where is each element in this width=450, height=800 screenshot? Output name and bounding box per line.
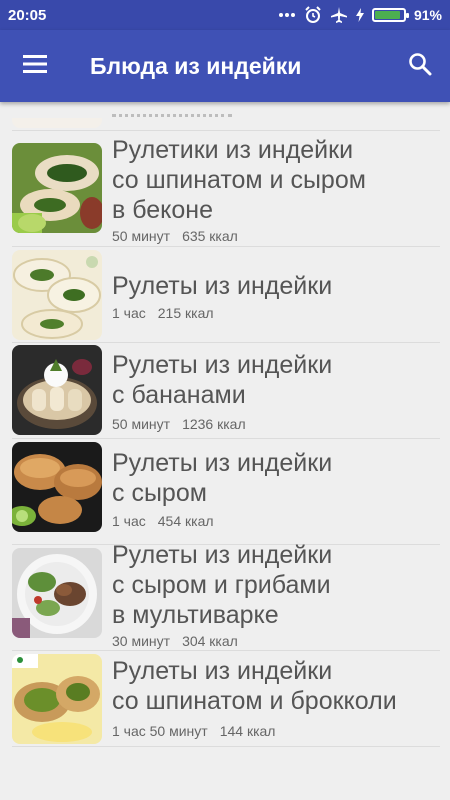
more-dots-icon	[278, 12, 296, 18]
recipe-thumbnail	[12, 345, 102, 435]
status-icons: 91%	[278, 6, 442, 24]
search-icon	[408, 52, 432, 81]
status-time: 20:05	[8, 6, 47, 24]
recipe-title: Рулеты из индейки	[112, 272, 333, 300]
recipe-kcal: 454 ккал	[157, 513, 214, 529]
recipe-thumbnail	[12, 118, 102, 128]
recipe-meta: 1 час 50 минут 144 ккал	[112, 723, 275, 739]
recipe-meta: 1 час 215 ккал	[112, 305, 214, 321]
recipe-meta: 50 минут 1236 ккал	[112, 416, 246, 432]
charging-icon	[355, 8, 364, 22]
battery-percent: 91%	[413, 7, 442, 23]
recipe-item[interactable]: Рулеты из индейки со шпинатом и брокколи…	[12, 651, 440, 747]
recipe-item[interactable]: Рулеты из индейки с сыром 1 час 454 ккал	[12, 439, 440, 545]
recipe-meta: 50 минут 635 ккал	[112, 228, 238, 244]
recipe-time: 1 час 50 минут	[112, 723, 208, 739]
hamburger-menu-icon	[23, 54, 47, 78]
page-title: Блюда из индейки	[90, 52, 302, 79]
recipe-kcal: 635 ккал	[182, 228, 238, 244]
recipe-time: 30 минут	[112, 633, 171, 649]
recipe-time: 1 час	[112, 513, 146, 529]
recipe-time: 1 час	[112, 305, 146, 321]
recipe-thumbnail	[12, 442, 102, 532]
recipe-item[interactable]: Рулеты из индейки 1 час 215 ккал	[12, 247, 440, 343]
recipe-kcal: 215 ккал	[157, 305, 214, 321]
recipe-meta-partial	[112, 114, 232, 122]
recipe-item[interactable]: Рулетики из индейки со шпинатом и сыром …	[12, 131, 440, 247]
recipe-thumbnail	[12, 654, 102, 744]
recipe-title: Рулеты из индейки с сыром и грибами в му…	[112, 541, 333, 629]
recipe-title: Рулеты из индейки со шпинатом и брокколи	[112, 657, 397, 715]
recipe-title: Рулетики из индейки со шпинатом и сыром …	[112, 136, 366, 224]
recipe-kcal: 144 ккал	[219, 723, 276, 739]
search-button[interactable]	[390, 30, 450, 102]
airplane-icon	[330, 6, 348, 24]
recipe-kcal: 1236 ккал	[182, 416, 246, 432]
list-item-partial[interactable]	[12, 102, 440, 131]
recipe-time: 50 минут	[112, 416, 171, 432]
recipe-thumbnail	[12, 143, 102, 233]
recipe-title: Рулеты из индейки с сыром	[112, 449, 333, 507]
recipe-item[interactable]: Рулеты из индейки с бананами 50 минут 123…	[12, 343, 440, 439]
recipe-title: Рулеты из индейки с бананами	[112, 351, 333, 409]
status-bar: 20:05 91%	[0, 0, 450, 30]
app-bar: Блюда из индейки	[0, 30, 450, 102]
alarm-icon	[304, 6, 322, 24]
recipe-item[interactable]: Рулеты из индейки с сыром и грибами в му…	[12, 541, 440, 651]
battery-icon	[371, 8, 409, 22]
recipe-time: 50 минут	[112, 228, 171, 244]
battery-level	[374, 11, 401, 19]
menu-button[interactable]	[0, 30, 70, 102]
recipe-meta: 30 минут 304 ккал	[112, 633, 238, 649]
recipe-kcal: 304 ккал	[182, 633, 238, 649]
recipe-meta: 1 час 454 ккал	[112, 513, 214, 529]
recipe-list[interactable]: Рулетики из индейки со шпинатом и сыром …	[0, 102, 450, 800]
recipe-thumbnail	[12, 548, 102, 638]
recipe-thumbnail	[12, 250, 102, 340]
